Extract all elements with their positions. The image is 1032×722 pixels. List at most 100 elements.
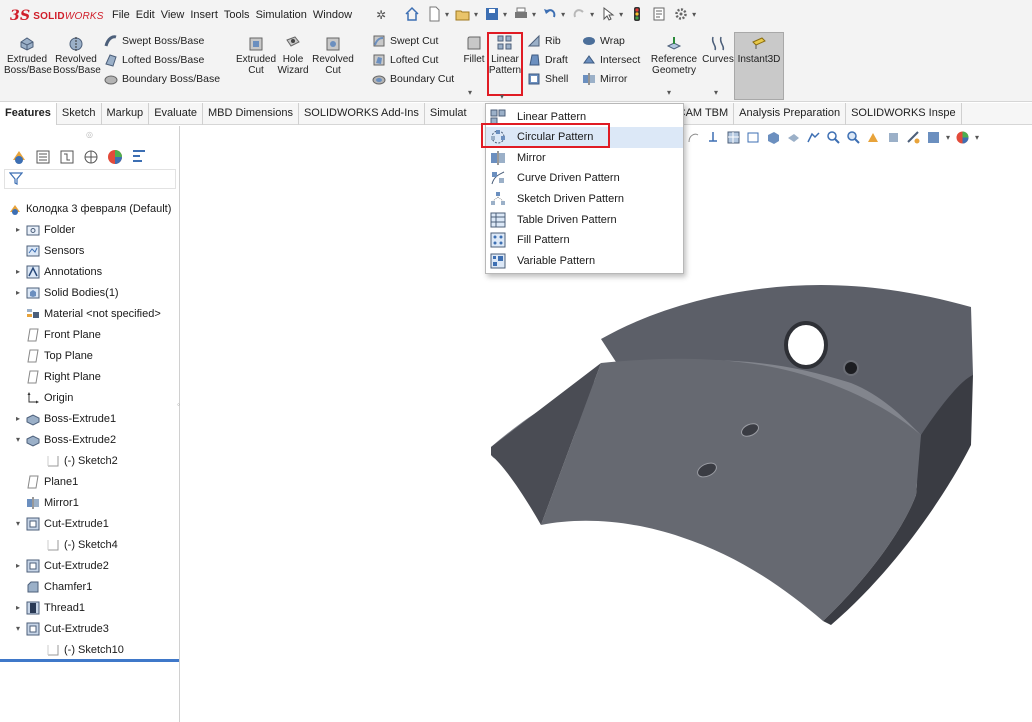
curves-dropdown-icon[interactable]: ▾: [714, 88, 718, 97]
view-orientation-icon[interactable]: [726, 130, 741, 145]
rebuild-icon[interactable]: [629, 6, 645, 22]
save-icon[interactable]: [484, 6, 500, 22]
new-dropdown-icon[interactable]: ▾: [445, 10, 449, 19]
appearance-dropdown-icon[interactable]: ▾: [946, 133, 950, 142]
collapse-chevron-icon[interactable]: ▾: [14, 519, 22, 528]
edit-appearance-dropdown-icon[interactable]: [926, 130, 941, 145]
new-document-icon[interactable]: [426, 6, 442, 22]
previous-view-icon[interactable]: [686, 130, 701, 145]
menu-view[interactable]: View: [161, 9, 185, 21]
collapse-chevron-icon[interactable]: ▾: [14, 435, 22, 444]
hide-show-items-icon[interactable]: [786, 130, 801, 145]
menu-file[interactable]: File: [112, 9, 130, 21]
menu-item-variable-pattern[interactable]: Variable Pattern: [486, 250, 683, 271]
tree-item[interactable]: ▾ Boss-Extrude2: [0, 429, 179, 450]
collapse-chevron-icon[interactable]: ▾: [14, 624, 22, 633]
print-icon[interactable]: [513, 6, 529, 22]
configuration-manager-tab-icon[interactable]: [58, 148, 76, 166]
view-settings-icon[interactable]: [886, 130, 901, 145]
extruded-cut-button[interactable]: Extruded Cut: [234, 34, 278, 76]
menu-edit[interactable]: Edit: [136, 9, 155, 21]
rib-button[interactable]: Rib: [527, 34, 561, 48]
tree-item[interactable]: (-) Sketch2: [0, 450, 179, 471]
extruded-boss-button[interactable]: Extruded Boss/Base: [4, 34, 52, 76]
draft-button[interactable]: Draft: [527, 53, 568, 67]
edit-appearance-icon[interactable]: [806, 130, 821, 145]
menu-item-fill-pattern[interactable]: Fill Pattern: [486, 230, 683, 251]
file-properties-icon[interactable]: [651, 6, 667, 22]
tree-item[interactable]: Mirror1: [0, 492, 179, 513]
expand-chevron-icon[interactable]: ▸: [14, 288, 22, 297]
expand-chevron-icon[interactable]: ▸: [14, 561, 22, 570]
feature-manager-tab-icon[interactable]: [10, 148, 28, 166]
panel-collapse-icon[interactable]: ◎: [86, 130, 93, 139]
fillet-dropdown-icon[interactable]: ▾: [468, 88, 472, 97]
options-dropdown-icon[interactable]: ▾: [692, 10, 696, 19]
save-dropdown-icon[interactable]: ▾: [503, 10, 507, 19]
redo-dropdown-icon[interactable]: ▾: [590, 10, 594, 19]
tree-item[interactable]: ▸ Solid Bodies(1): [0, 282, 179, 303]
menu-window[interactable]: Window: [313, 9, 352, 21]
revolved-cut-button[interactable]: Revolved Cut: [311, 34, 355, 76]
boundary-boss-button[interactable]: Boundary Boss/Base: [104, 72, 220, 86]
open-icon[interactable]: [455, 6, 471, 22]
home-icon[interactable]: [404, 6, 420, 22]
tree-item[interactable]: Origin: [0, 387, 179, 408]
tab-solidworks-inspection[interactable]: SOLIDWORKS Inspe: [846, 103, 962, 125]
zoom-to-fit-icon[interactable]: [826, 130, 841, 145]
revolved-boss-button[interactable]: Revolved Boss/Base: [53, 34, 101, 76]
wrap-button[interactable]: Wrap: [582, 34, 625, 48]
tree-item[interactable]: ▸ Folder: [0, 219, 179, 240]
curves-button[interactable]: Curves: [702, 34, 734, 65]
filter-icon[interactable]: [9, 171, 23, 185]
tree-item[interactable]: Top Plane: [0, 345, 179, 366]
select-dropdown-icon[interactable]: ▾: [619, 10, 623, 19]
tree-item[interactable]: (-) Sketch4: [0, 534, 179, 555]
zoom-box-icon[interactable]: [746, 130, 761, 145]
fillet-button[interactable]: Fillet: [460, 34, 488, 65]
menu-item-table-pattern[interactable]: Table Driven Pattern: [486, 209, 683, 230]
expand-chevron-icon[interactable]: ▸: [14, 267, 22, 276]
options-gear-icon[interactable]: [673, 6, 689, 22]
pattern-dropdown-icon[interactable]: ▾: [500, 92, 504, 101]
print-dropdown-icon[interactable]: ▾: [532, 10, 536, 19]
tree-item[interactable]: Front Plane: [0, 324, 179, 345]
section-view-icon[interactable]: [706, 130, 721, 145]
tree-item[interactable]: ▾ Cut-Extrude3: [0, 618, 179, 639]
boundary-cut-button[interactable]: Boundary Cut: [372, 72, 454, 86]
select-icon[interactable]: [600, 6, 616, 22]
tree-item[interactable]: ▸ Boss-Extrude1: [0, 408, 179, 429]
more-tabs-icon[interactable]: [130, 148, 148, 166]
tab-evaluate[interactable]: Evaluate: [149, 103, 203, 125]
tree-item[interactable]: ▸ Annotations: [0, 261, 179, 282]
hole-wizard-button[interactable]: Hole Wizard: [276, 34, 310, 76]
solidworks-logo[interactable]: 3S SOLID WORKS: [10, 8, 104, 24]
display-manager-tab-icon[interactable]: [106, 148, 124, 166]
scenes-dropdown-icon[interactable]: ▾: [975, 133, 979, 142]
intersect-button[interactable]: Intersect: [582, 53, 640, 67]
tab-mbd-dimensions[interactable]: MBD Dimensions: [203, 103, 299, 125]
expand-chevron-icon[interactable]: ▸: [14, 603, 22, 612]
lofted-cut-button[interactable]: Lofted Cut: [372, 53, 438, 67]
open-dropdown-icon[interactable]: ▾: [474, 10, 478, 19]
tab-features[interactable]: Features: [0, 103, 57, 125]
lofted-boss-button[interactable]: Lofted Boss/Base: [104, 53, 204, 67]
display-style-icon[interactable]: [766, 130, 781, 145]
zoom-to-area-icon[interactable]: [846, 130, 861, 145]
tree-item[interactable]: Chamfer1: [0, 576, 179, 597]
menu-tools[interactable]: Tools: [224, 9, 250, 21]
tree-item[interactable]: ▾ Cut-Extrude1: [0, 513, 179, 534]
redo-icon[interactable]: [571, 6, 587, 22]
tree-item[interactable]: Material <not specified>: [0, 303, 179, 324]
appearances-scenes-icon[interactable]: [955, 130, 970, 145]
menu-insert[interactable]: Insert: [190, 9, 218, 21]
menu-item-curve-pattern[interactable]: Curve Driven Pattern: [486, 168, 683, 189]
pin-icon[interactable]: ✲: [376, 8, 386, 22]
tab-markup[interactable]: Markup: [102, 103, 150, 125]
undo-icon[interactable]: [542, 6, 558, 22]
reference-geometry-button[interactable]: Reference Geometry: [647, 34, 701, 76]
tab-analysis-preparation[interactable]: Analysis Preparation: [734, 103, 847, 125]
menu-item-mirror[interactable]: Mirror: [486, 147, 683, 168]
instant3d-button[interactable]: Instant3D: [735, 34, 783, 65]
tree-item[interactable]: ▸ Cut-Extrude2: [0, 555, 179, 576]
